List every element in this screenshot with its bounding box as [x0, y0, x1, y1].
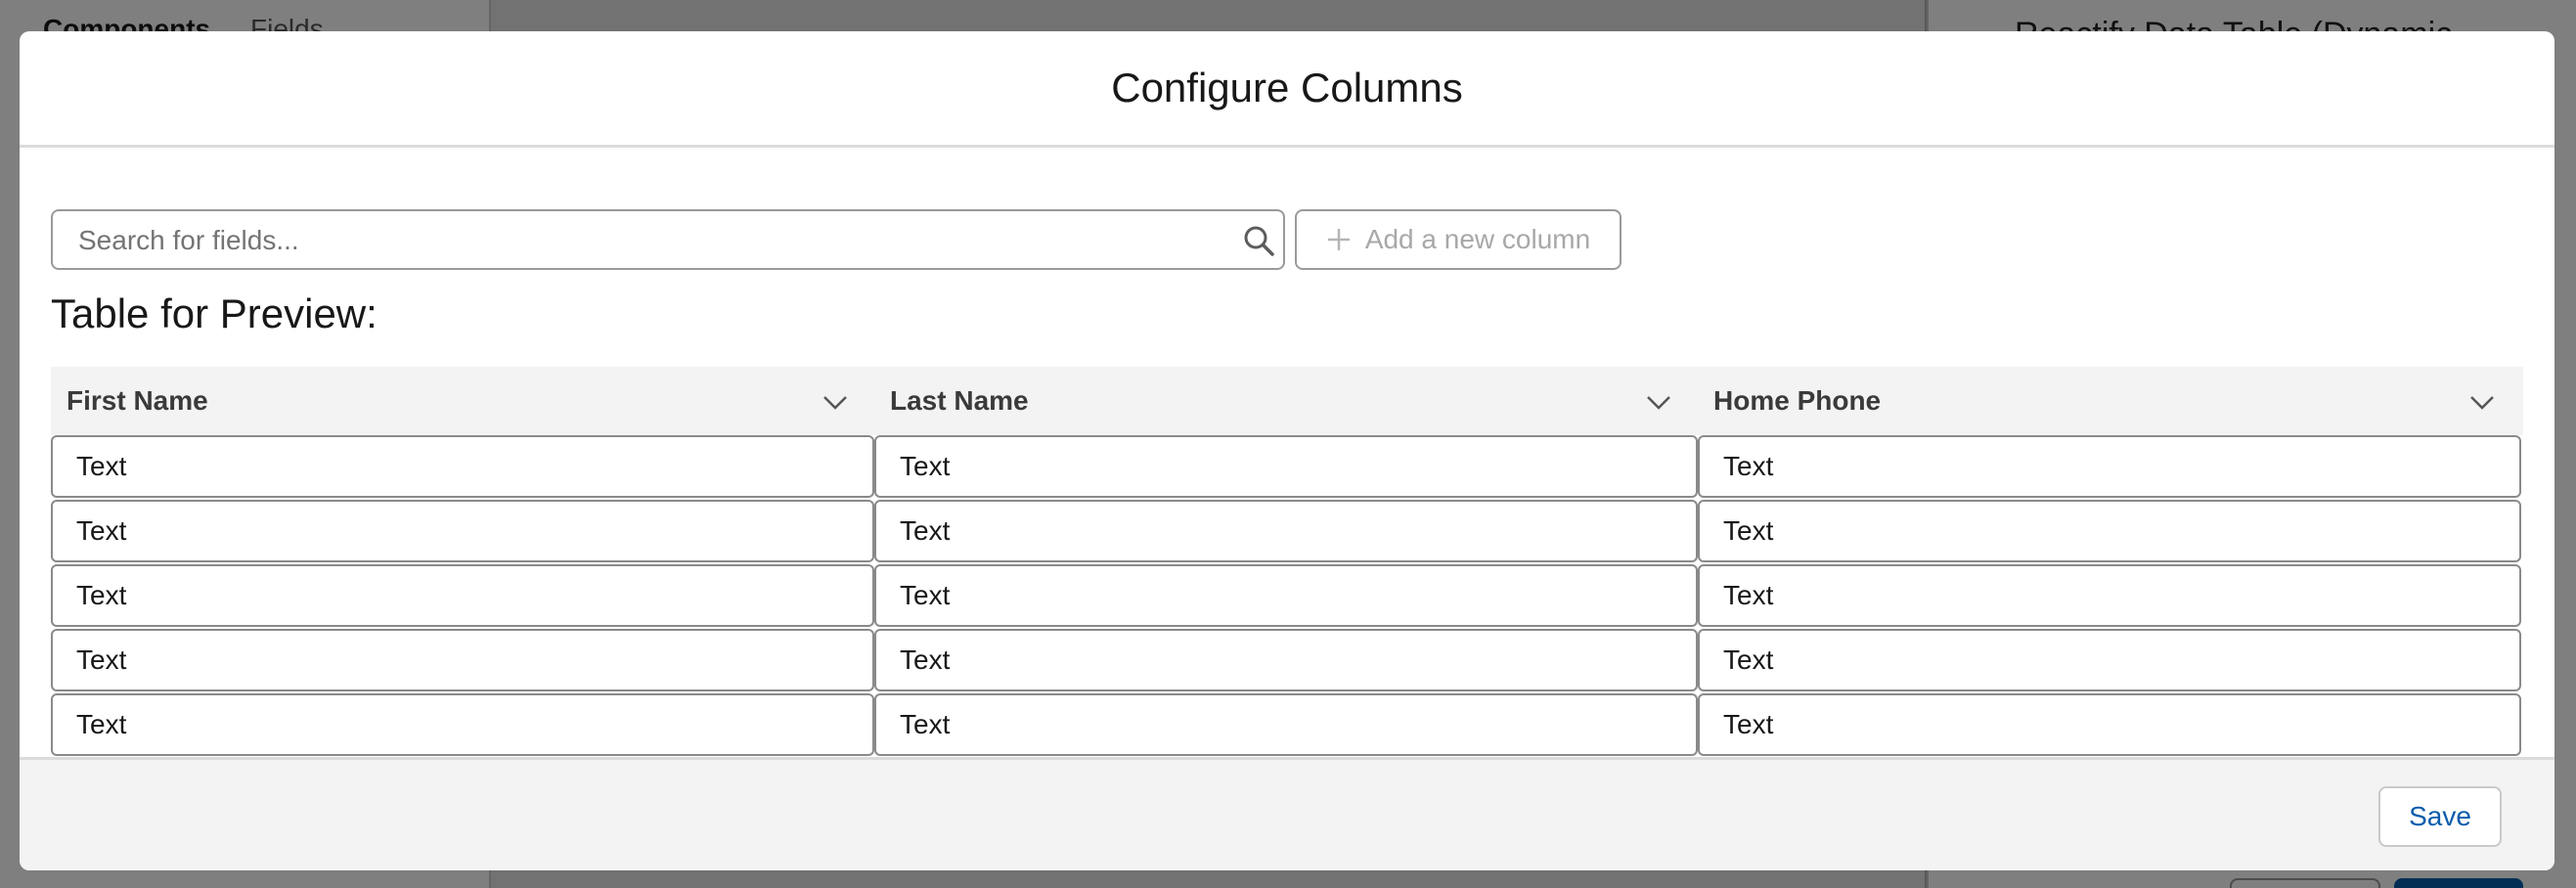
table-header: First Name Last Name Home Phone: [51, 367, 2523, 435]
modal-title: Configure Columns: [1111, 65, 1463, 111]
chevron-down-icon[interactable]: [1645, 388, 1672, 416]
table-cell[interactable]: Text: [51, 693, 874, 756]
table-row: Text Text Text: [51, 435, 2523, 500]
column-header-label: Last Name: [890, 385, 1029, 416]
chevron-down-icon[interactable]: [822, 388, 849, 416]
column-header-first-name: First Name: [51, 367, 874, 435]
table-cell[interactable]: Text: [1698, 435, 2521, 498]
table-cell[interactable]: Text: [51, 435, 874, 498]
table-row: Text Text Text: [51, 564, 2523, 629]
search-input[interactable]: [76, 211, 1205, 270]
table-cell[interactable]: Text: [874, 500, 1698, 562]
save-button[interactable]: Save: [2378, 786, 2502, 847]
column-header-label: First Name: [67, 385, 208, 416]
add-column-label: Add a new column: [1364, 224, 1591, 254]
table-cell[interactable]: Text: [874, 693, 1698, 756]
app-page: Components Fields Reactify Data Table (D…: [0, 0, 2576, 888]
table-row: Text Text Text: [51, 629, 2523, 693]
preview-heading: Table for Preview:: [51, 290, 378, 336]
table-body: Text Text Text Text Text Text Text Text …: [51, 435, 2523, 758]
table-cell[interactable]: Text: [51, 500, 874, 562]
chevron-down-icon[interactable]: [2468, 388, 2496, 416]
column-header-label: Home Phone: [1713, 385, 1882, 416]
table-cell[interactable]: Text: [51, 564, 874, 627]
search-field: [51, 209, 1285, 270]
search-icon[interactable]: [1242, 224, 1275, 257]
column-header-last-name: Last Name: [874, 367, 1698, 435]
table-cell[interactable]: Text: [51, 629, 874, 691]
modal-header: Configure Columns: [20, 31, 2554, 148]
add-column-button[interactable]: Add a new column: [1295, 209, 1621, 270]
column-header-home-phone: Home Phone: [1698, 367, 2521, 435]
plus-icon: [1327, 229, 1350, 250]
modal-body: Add a new column Table for Preview: Firs…: [20, 148, 2554, 789]
table-cell[interactable]: Text: [1698, 500, 2521, 562]
table-cell[interactable]: Text: [874, 435, 1698, 498]
preview-table: First Name Last Name Home Phone Text Tex…: [51, 367, 2523, 758]
table-cell[interactable]: Text: [1698, 693, 2521, 756]
table-cell[interactable]: Text: [1698, 564, 2521, 627]
table-cell[interactable]: Text: [1698, 629, 2521, 691]
modal-footer: Save: [20, 757, 2554, 870]
table-row: Text Text Text: [51, 500, 2523, 564]
table-cell[interactable]: Text: [874, 564, 1698, 627]
table-row: Text Text Text: [51, 693, 2523, 758]
table-cell[interactable]: Text: [874, 629, 1698, 691]
configure-columns-modal: Configure Columns Add a new column Table…: [20, 31, 2554, 870]
